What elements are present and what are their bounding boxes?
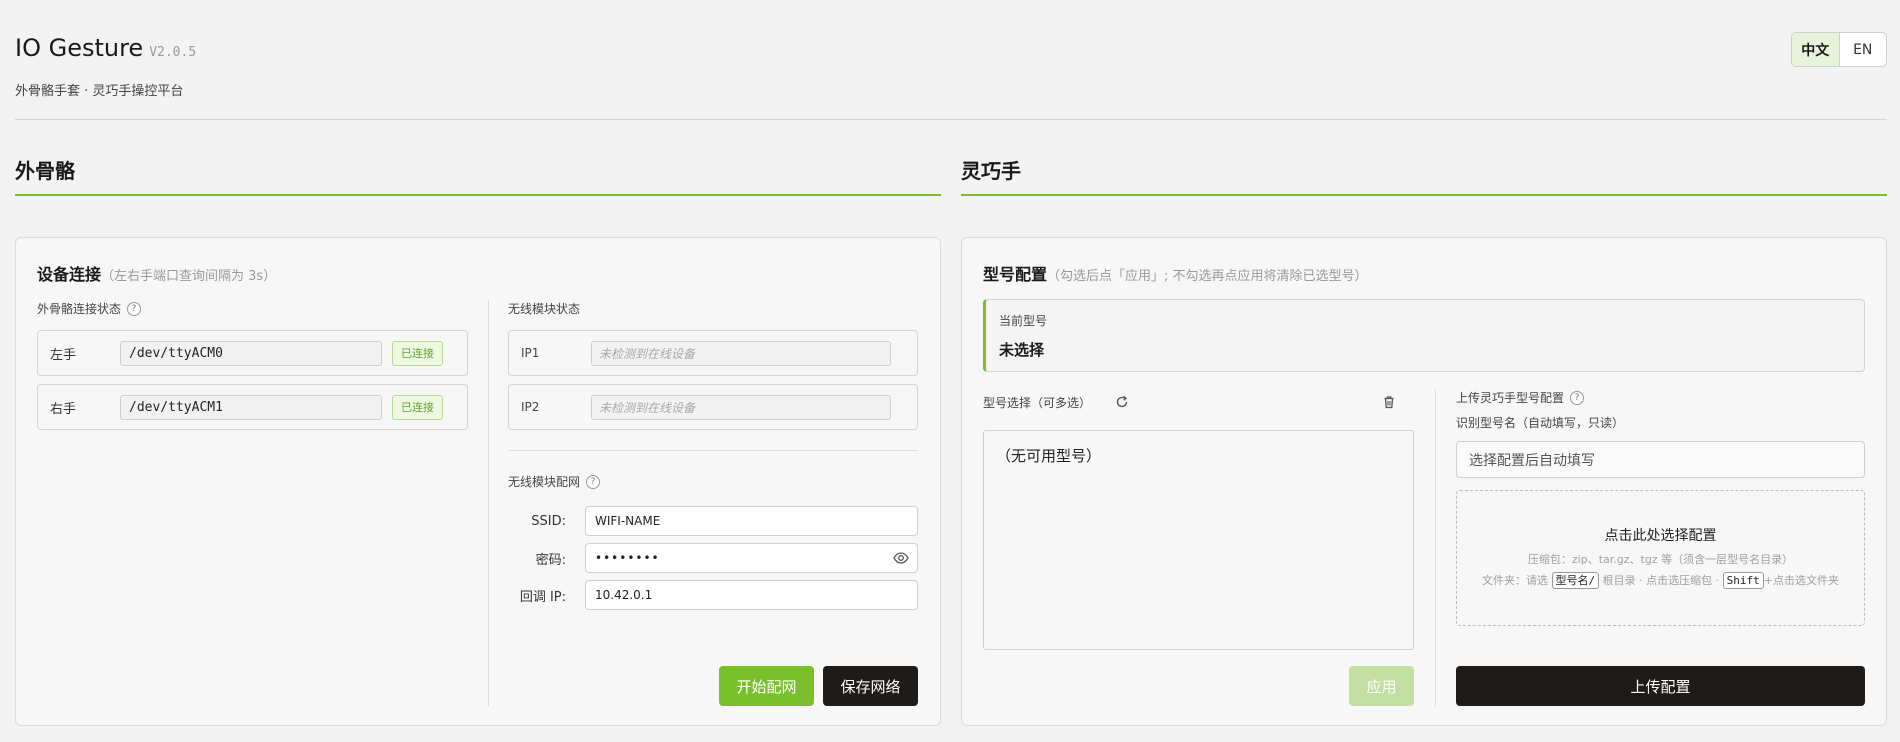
help-icon[interactable]: ? — [586, 474, 601, 489]
lang-zh-button[interactable]: 中文 — [1792, 33, 1840, 66]
app-title: IO Gesture V2.0.5 — [15, 34, 196, 62]
model-list-empty: （无可用型号） — [996, 447, 1102, 465]
exo-status-label: 外骨骼连接状态 ? — [37, 300, 142, 317]
callback-ip-input[interactable]: 10.42.0.1 — [585, 580, 918, 610]
ssid-label: SSID: — [531, 513, 566, 529]
trash-icon[interactable] — [1382, 395, 1396, 409]
wireless-divider — [508, 450, 918, 451]
hand-section-title: 灵巧手 — [961, 159, 1021, 183]
card-hint: （左右手端口查询间隔为 3s） — [101, 269, 277, 284]
dropzone-title: 点击此处选择配置 — [1604, 528, 1717, 544]
left-hand-port: /dev/ttyACM0 — [120, 340, 382, 366]
upload-config-button[interactable]: 上传配置 — [1456, 666, 1865, 706]
device-connection-header: 设备连接（左右手端口查询间隔为 3s） — [37, 261, 276, 285]
card-title: 型号配置 — [983, 265, 1048, 284]
config-dropzone[interactable]: 点击此处选择配置 压缩包：zip、tar.gz、tgz 等（须含一层型号名目录）… — [1456, 490, 1865, 626]
card-title: 设备连接 — [37, 265, 102, 284]
help-icon[interactable]: ? — [1570, 390, 1585, 405]
ssid-row: SSID: WIFI-NAME — [508, 506, 918, 536]
app-version: V2.0.5 — [149, 45, 197, 60]
eye-icon[interactable] — [893, 550, 909, 566]
hand-section-line — [961, 194, 1887, 196]
wireless-status-label: 无线模块状态 — [508, 302, 581, 316]
left-hand-row: 左手 /dev/ttyACM0 已连接 — [37, 330, 468, 376]
language-switch: 中文 EN — [1791, 32, 1887, 67]
apply-button[interactable]: 应用 — [1349, 666, 1414, 706]
ssid-input[interactable]: WIFI-NAME — [585, 506, 918, 536]
callback-row: 回调 IP: 10.42.0.1 — [508, 580, 918, 610]
model-config-header: 型号配置（勾选后点「应用」; 不勾选再点应用将清除已选型号） — [983, 261, 1368, 285]
upload-label: 上传灵巧手型号配置 ? — [1456, 389, 1585, 406]
dz-mid: 根目录 · 点击选压缩包 · — [1602, 574, 1720, 587]
wifi-config-text: 无线模块配网 — [508, 475, 581, 489]
start-wifi-config-button[interactable]: 开始配网 — [719, 666, 814, 706]
ip2-label: IP2 — [521, 400, 540, 414]
lang-en-button[interactable]: EN — [1840, 33, 1887, 66]
header-divider — [15, 119, 1887, 120]
help-icon[interactable]: ? — [127, 301, 142, 316]
shift-kbd: Shift — [1722, 572, 1764, 589]
right-hand-port: /dev/ttyACM1 — [120, 394, 382, 420]
password-value: •••••••• — [595, 551, 660, 565]
model-select-label: 型号选择（可多选） — [983, 396, 1092, 410]
card-hint: （勾选后点「应用」; 不勾选再点应用将清除已选型号） — [1047, 269, 1368, 284]
exo-section-line — [15, 194, 941, 196]
password-input[interactable]: •••••••• — [585, 543, 918, 573]
card-vertical-divider — [488, 300, 489, 706]
model-dir-kbd: 型号名/ — [1551, 572, 1600, 589]
refresh-icon[interactable] — [1115, 395, 1129, 409]
left-hand-label: 左手 — [50, 347, 77, 363]
right-hand-status-badge: 已连接 — [392, 394, 443, 420]
dz-prefix: 文件夹：请选 — [1482, 574, 1549, 587]
left-hand-status-badge: 已连接 — [392, 340, 443, 366]
callback-label: 回调 IP: — [519, 589, 566, 605]
upload-label-text: 上传灵巧手型号配置 — [1456, 391, 1565, 405]
dropzone-hint-folder: 文件夹：请选 型号名/ 根目录 · 点击选压缩包 · Shift +点击选文件夹 — [1457, 572, 1864, 589]
model-list[interactable]: （无可用型号） — [983, 430, 1414, 650]
recognized-model-input[interactable]: 选择配置后自动填写 — [1456, 441, 1865, 478]
app-name: IO Gesture — [15, 34, 144, 62]
ip1-label: IP1 — [521, 346, 540, 360]
password-row: 密码: •••••••• — [508, 543, 918, 573]
exo-status-text: 外骨骼连接状态 — [37, 302, 122, 316]
wifi-config-label: 无线模块配网 ? — [508, 473, 601, 490]
right-hand-row: 右手 /dev/ttyACM1 已连接 — [37, 384, 468, 430]
app-subtitle: 外骨骼手套 · 灵巧手操控平台 — [15, 84, 184, 99]
ip2-field: 未检测到在线设备 — [591, 394, 891, 420]
ip2-row: IP2 未检测到在线设备 — [508, 384, 918, 430]
ip1-row: IP1 未检测到在线设备 — [508, 330, 918, 376]
current-model-label: 当前型号 — [999, 314, 1048, 328]
current-model-value: 未选择 — [999, 341, 1045, 359]
exo-section-title: 外骨骼 — [15, 159, 75, 183]
password-label: 密码: — [535, 552, 566, 568]
model-config-card: 型号配置（勾选后点「应用」; 不勾选再点应用将清除已选型号） 当前型号 未选择 … — [961, 237, 1887, 726]
dropzone-hint-archive: 压缩包：zip、tar.gz、tgz 等（须含一层型号名目录） — [1527, 553, 1794, 566]
current-model-box: 当前型号 未选择 — [983, 299, 1865, 372]
recognized-model-label: 识别型号名（自动填写，只读） — [1456, 416, 1625, 430]
ip1-field: 未检测到在线设备 — [591, 340, 891, 366]
save-network-button[interactable]: 保存网络 — [823, 666, 918, 706]
right-hand-label: 右手 — [50, 401, 77, 417]
device-connection-card: 设备连接（左右手端口查询间隔为 3s） 外骨骼连接状态 ? 左手 /dev/tt… — [15, 237, 941, 726]
card-vertical-divider — [1435, 389, 1436, 707]
dz-suffix: +点击选文件夹 — [1763, 574, 1839, 587]
